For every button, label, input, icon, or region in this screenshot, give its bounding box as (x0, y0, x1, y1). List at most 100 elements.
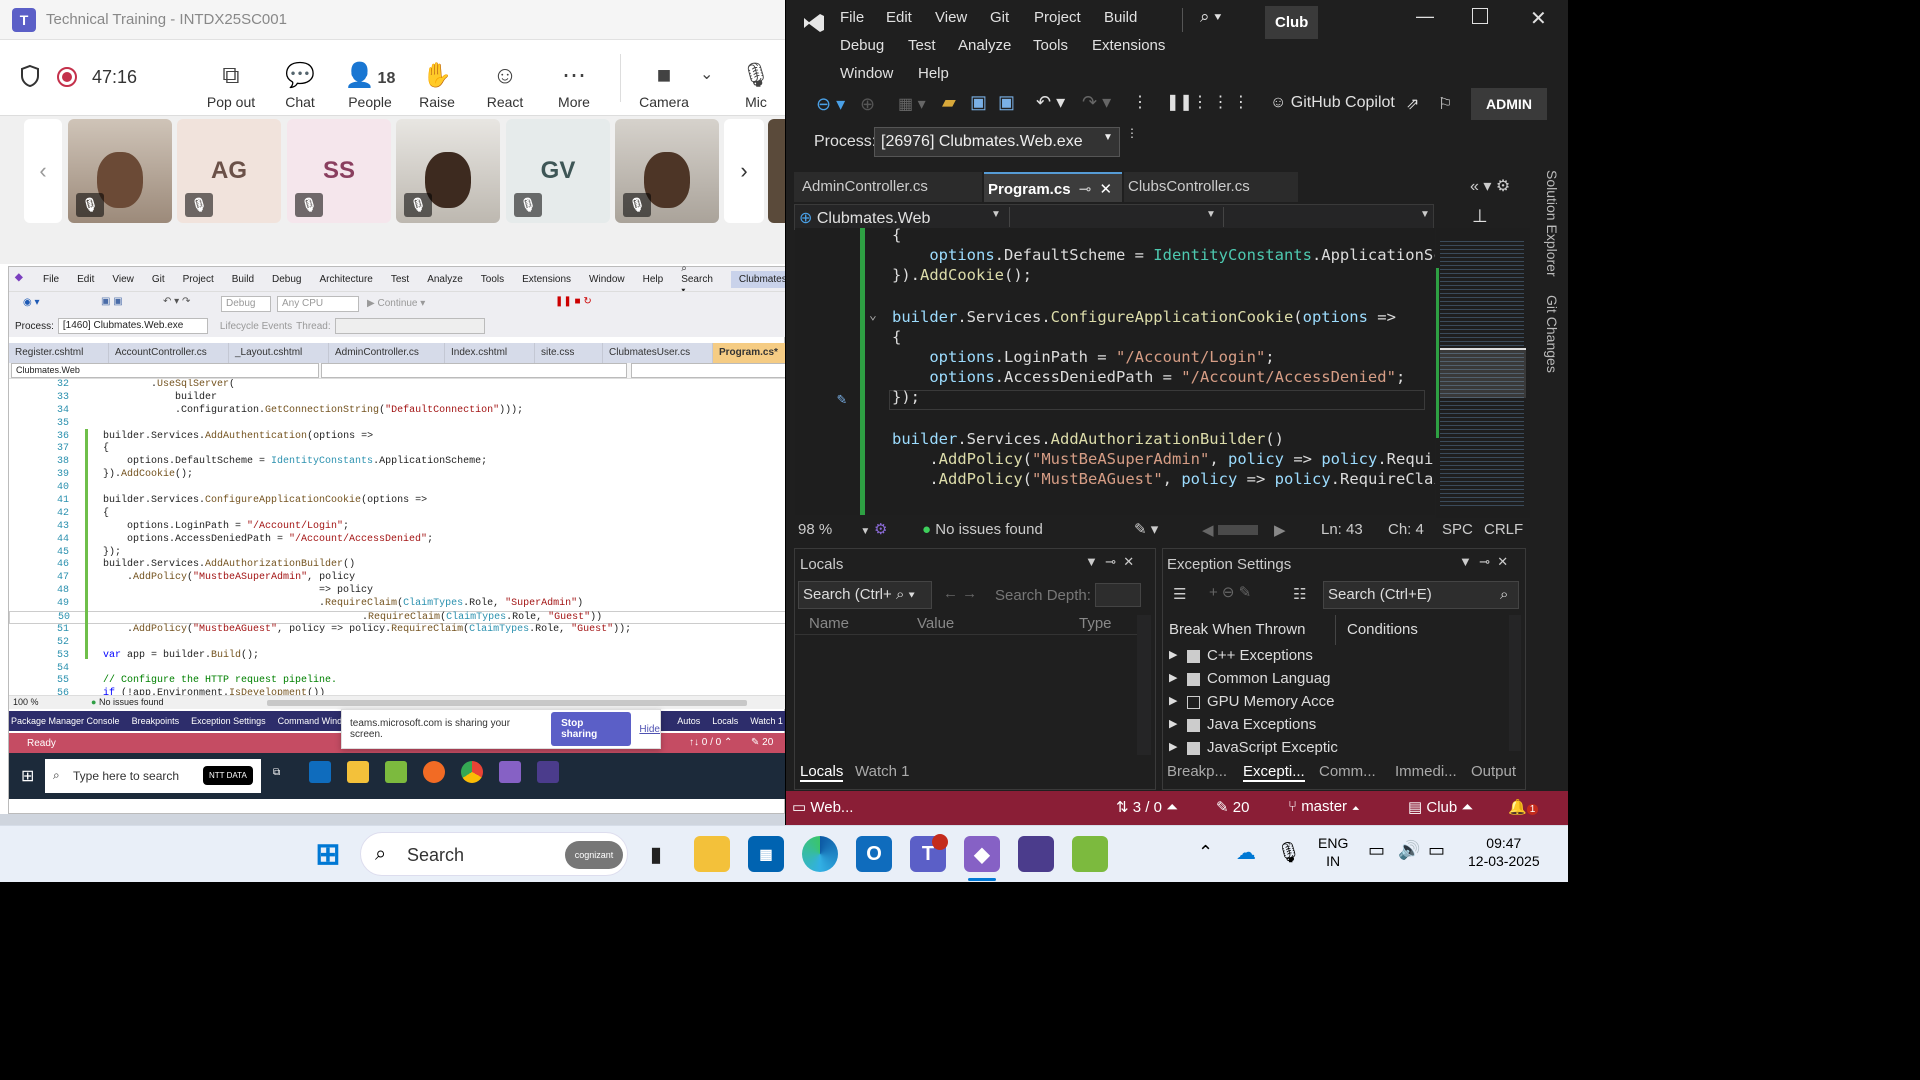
tab-index[interactable]: Index.cshtml (445, 343, 535, 363)
type-dropdown[interactable]: ▼ (1009, 207, 1219, 227)
people-button[interactable]: 👤 18 People (335, 46, 405, 110)
tab-watch[interactable]: Watch 1 (750, 716, 783, 726)
tab-package-manager[interactable]: Package Manager Console (11, 716, 120, 726)
zoom-level[interactable]: 98 % ▼ (798, 521, 870, 538)
code-line[interactable]: options.DefaultScheme = IdentityConstant… (892, 246, 1435, 264)
menu-git[interactable]: Git (152, 274, 165, 285)
maximize-button[interactable] (1472, 8, 1488, 24)
react-button[interactable]: ☺ React (472, 46, 538, 110)
code-editor[interactable]: ✎ ⌄ { options.DefaultScheme = IdentityCo… (795, 228, 1435, 515)
process-dropdown[interactable]: [26976] Clubmates.Web.exe ▼ (874, 127, 1120, 157)
search-depth-dropdown[interactable] (1095, 583, 1141, 607)
snipping-tool-icon[interactable] (1072, 836, 1108, 872)
camera-button[interactable]: ■ Camera (631, 46, 697, 110)
new-item-icon[interactable]: ▦ ▾ (898, 94, 926, 114)
debug-controls[interactable]: ❚❚ ■ ↻ (555, 296, 592, 307)
terminal-icon[interactable] (1018, 836, 1054, 872)
undo-icon[interactable]: ↶ ▾ ↷ (163, 296, 190, 307)
code-line[interactable]: }); (892, 388, 920, 406)
minimap-viewport[interactable] (1440, 348, 1526, 398)
tab-clubs-controller[interactable]: ClubsController.cs (1124, 172, 1298, 202)
close-tab-icon[interactable]: ✕ (1099, 181, 1112, 198)
filter-icon[interactable]: ☰ (1173, 585, 1186, 603)
code-minimap[interactable] (1436, 228, 1530, 518)
edits-status[interactable]: ✎ 20 (1216, 798, 1249, 816)
visual-studio-icon[interactable]: ◆ (964, 836, 1000, 872)
project-dropdown[interactable]: ⊕ Clubmates.Web (799, 208, 930, 228)
code-line[interactable]: 44 options.AccessDeniedPath = "/Account/… (9, 534, 785, 547)
terminal-icon[interactable] (537, 761, 559, 783)
mic-button[interactable]: 🎙 Mic (724, 46, 785, 110)
code-line[interactable]: 51 .AddPolicy("MustbeAGuest", policy => … (9, 624, 785, 637)
code-line[interactable]: 40 (9, 482, 785, 495)
menu-debug[interactable]: Debug (840, 37, 884, 54)
lifecycle-events[interactable]: Lifecycle Events (220, 321, 292, 332)
mic-off-icon[interactable]: 🎙 (1276, 840, 1301, 865)
checkbox[interactable] (1187, 696, 1200, 709)
network-icon[interactable]: ▭ (1368, 840, 1385, 861)
exception-item[interactable]: ▶ JavaScript Exceptic (1163, 739, 1503, 761)
code-line[interactable]: .AddPolicy("MustBeAGuest", policy => pol… (892, 470, 1435, 488)
share-icon[interactable]: ⇗ (1406, 94, 1419, 114)
horizontal-scrollbar[interactable] (1218, 525, 1258, 535)
participant-tile-gv[interactable]: GV 🎙 (506, 119, 610, 223)
hide-link[interactable]: Hide (639, 724, 660, 735)
expand-icon[interactable]: ▶ (1169, 648, 1177, 661)
split-editor-icon[interactable]: ⊥ (1472, 206, 1488, 227)
code-line[interactable]: options.AccessDeniedPath = "/Account/Acc… (892, 368, 1405, 386)
tab-watch[interactable]: Watch 1 (855, 763, 909, 780)
stop-sharing-button[interactable]: Stop sharing (551, 712, 632, 746)
menu-tools[interactable]: Tools (481, 274, 504, 285)
volume-icon[interactable]: 🔊 (1398, 840, 1420, 861)
file-explorer-icon[interactable] (694, 836, 730, 872)
chrome-icon[interactable] (461, 761, 483, 783)
solution-explorer-tab[interactable]: Solution Explorer (1544, 170, 1560, 277)
member-dropdown[interactable]: ▼ (1223, 207, 1433, 227)
save-icon[interactable]: ▣ (970, 92, 987, 113)
code-line[interactable]: builder.Services.AddAuthorizationBuilder… (892, 430, 1284, 448)
expand-icon[interactable]: ▶ (1169, 740, 1177, 753)
quick-action-icon[interactable]: ✎ (837, 390, 846, 408)
tab-locals[interactable]: Locals (800, 763, 844, 782)
language-indicator[interactable]: ENG IN (1318, 834, 1348, 870)
code-line[interactable]: 33 builder (9, 392, 785, 405)
store-icon[interactable]: ▦ (748, 836, 784, 872)
feedback-icon[interactable]: ⚐ (1438, 94, 1452, 114)
clock[interactable]: 09:47 12-03-2025 (1468, 834, 1540, 870)
code-line[interactable]: 36 builder.Services.AddAuthentication(opt… (9, 431, 785, 444)
code-line[interactable]: 54 (9, 663, 785, 676)
tab-breakpoints[interactable]: Breakpoints (132, 716, 180, 726)
back-icon[interactable]: ◉ ▾ (23, 297, 40, 308)
line-number[interactable]: Ln: 43 (1321, 521, 1363, 538)
menu-test[interactable]: Test (908, 37, 936, 54)
code-line[interactable]: 42 { (9, 508, 785, 521)
menu-edit[interactable]: Edit (886, 9, 912, 26)
code-line[interactable]: options.LoginPath = "/Account/Login"; (892, 348, 1274, 366)
raise-hand-button[interactable]: ✋ Raise (404, 46, 470, 110)
status-left[interactable]: ▭ Web... (792, 798, 853, 816)
tab-program[interactable]: Program.cs ⊸ ✕ (984, 172, 1122, 202)
task-view-icon[interactable]: ▮ (638, 836, 674, 872)
code-line[interactable]: 32 .UseSqlServer( (9, 379, 785, 392)
exception-item[interactable]: ▶ C++ Exceptions (1163, 647, 1503, 669)
menu-analyze[interactable]: Analyze (427, 274, 463, 285)
folder-icon[interactable] (347, 761, 369, 783)
taskbar-search-input[interactable]: ⌕ Search cognizant (360, 832, 628, 876)
exception-search-input[interactable]: Search (Ctrl+E) ⌕ (1323, 581, 1519, 609)
code-line[interactable]: 37 { (9, 443, 785, 456)
code-line[interactable]: 34 .Configuration.GetConnectionString("D… (9, 405, 785, 418)
code-line[interactable]: 55 // Configure the HTTP request pipeline… (9, 675, 785, 688)
menu-file[interactable]: File (43, 274, 59, 285)
menu-project[interactable]: Project (183, 274, 214, 285)
menu-tools[interactable]: Tools (1033, 37, 1068, 54)
tab-immediate[interactable]: Immedi... (1395, 763, 1457, 780)
tab-output[interactable]: Output (1471, 763, 1516, 780)
popout-button[interactable]: ⧉ Pop out (198, 46, 264, 110)
tab-exception-settings[interactable]: Excepti... (1243, 763, 1305, 782)
participant-tile-ss[interactable]: SS 🎙 (287, 119, 391, 223)
git-changes-tab[interactable]: Git Changes (1544, 295, 1560, 373)
postman-icon[interactable] (423, 761, 445, 783)
undo-icon[interactable]: ↶ ▾ (1036, 92, 1065, 113)
horizontal-scrollbar[interactable] (267, 700, 747, 706)
chat-button[interactable]: 💬 Chat (267, 46, 333, 110)
